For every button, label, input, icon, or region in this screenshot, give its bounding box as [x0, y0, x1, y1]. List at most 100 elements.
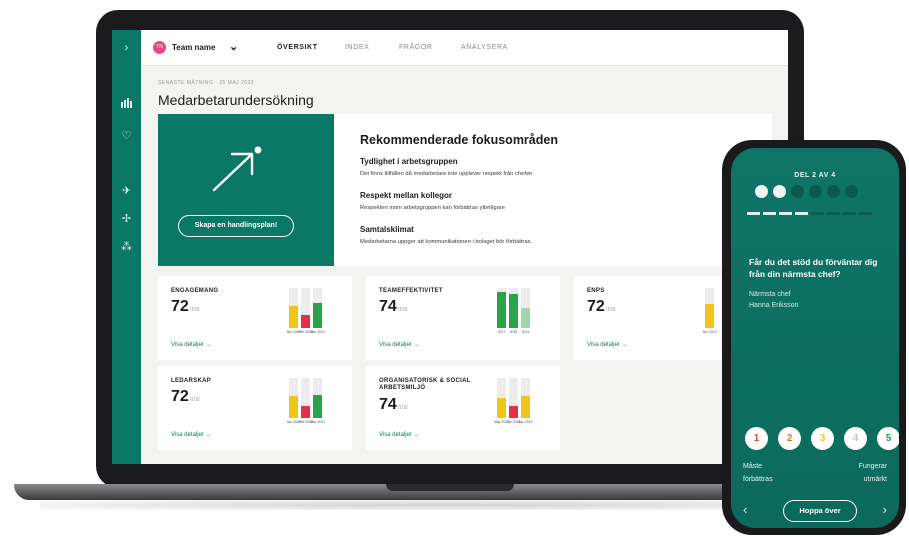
- progress-segment: [779, 212, 792, 215]
- sidebar: › ♡ ✈ ✢ ⁂: [112, 30, 141, 464]
- focus-panel: Skapa en handlingsplan! Rekommenderade f…: [158, 114, 772, 266]
- card-label: TEAMEFFEKTIVITET: [379, 288, 443, 294]
- manager-label: Närmsta chef: [749, 291, 791, 298]
- mini-chart: May 2017 Apr 2018 Apr 2019: [494, 378, 533, 424]
- bar: [301, 406, 310, 418]
- bar: [705, 304, 714, 328]
- show-details-link[interactable]: Visa detaljer →: [587, 342, 628, 348]
- bar-track: [497, 288, 506, 328]
- show-details-link[interactable]: Visa detaljer →: [379, 342, 420, 348]
- mini-chart: Jan 2019 Feb 2020 Mar 2021: [286, 378, 325, 424]
- focus-item-heading[interactable]: Samtalsklimat: [360, 225, 414, 234]
- focus-item-heading[interactable]: Tydlighet i arbetsgruppen: [360, 157, 458, 166]
- bar: [313, 303, 322, 328]
- card-score: 72/100: [587, 298, 616, 315]
- bar-column: 2018: [509, 288, 518, 334]
- progress-dot: [827, 185, 840, 198]
- progress-segment: [795, 212, 808, 215]
- card-score: 72/100: [171, 388, 200, 405]
- tab-fragor[interactable]: FRÅGOR: [399, 44, 433, 51]
- bar-column: Apr 2018: [506, 378, 521, 424]
- tab-analysera[interactable]: ANALYSERA: [461, 44, 508, 51]
- bar-track: [521, 378, 530, 418]
- tab-index[interactable]: INDEX: [345, 44, 369, 51]
- rating-option-3[interactable]: 3: [811, 427, 834, 450]
- bar-chart-icon[interactable]: [112, 98, 141, 111]
- team-name[interactable]: Team name: [172, 43, 215, 52]
- bar-column: May 2017: [494, 378, 509, 424]
- bar: [497, 292, 506, 328]
- chevron-down-icon[interactable]: ⌄: [229, 40, 238, 53]
- chevron-right-icon[interactable]: ›: [883, 502, 887, 517]
- survey-step: DEL 2 AV 4: [794, 172, 836, 179]
- card-label: ENGAGEMANG: [171, 288, 219, 294]
- rating-option-1[interactable]: 1: [745, 427, 768, 450]
- show-details-link[interactable]: Visa detaljer →: [171, 342, 212, 348]
- mini-chart: Jan 2019 Feb 2020 Mar 2021: [286, 288, 325, 334]
- bar-column: Apr 2019: [518, 378, 533, 424]
- card-score: 72/100: [171, 298, 200, 315]
- bar-track: [289, 288, 298, 328]
- metric-card-arbetsmiljo[interactable]: ORGANISATORISK & SOCIAL ARBETSMILJÖ 74/1…: [366, 366, 560, 450]
- bar-label: Mar 2021: [310, 420, 325, 424]
- mini-chart: Jan 2019: [702, 288, 717, 334]
- rating-scale: 1 2 3 4 5: [745, 427, 899, 450]
- create-action-plan-button[interactable]: Skapa en handlingsplan!: [178, 215, 294, 237]
- bar: [313, 394, 322, 418]
- bar-label: Apr 2019: [518, 420, 533, 424]
- airplane-icon[interactable]: ✢: [112, 213, 141, 225]
- metric-card-teameffektivitet[interactable]: TEAMEFFEKTIVITET 74/100 Visa detaljer → …: [366, 276, 560, 360]
- top-bar: TN Team name ⌄ ÖVERSIKT INDEX FRÅGOR ANA…: [141, 30, 788, 66]
- bar-column: 2019: [521, 288, 530, 334]
- progress-dot: [755, 185, 768, 198]
- chevron-right-icon[interactable]: ›: [112, 42, 141, 54]
- bar-label: 2018: [509, 330, 518, 334]
- bar-track: [301, 378, 310, 418]
- bar-label: 2019: [521, 330, 530, 334]
- phone-screen: DEL 2 AV 4 Får du det stöd du förväntar …: [731, 148, 899, 528]
- bar-label: 2017: [497, 330, 506, 334]
- heart-icon[interactable]: ♡: [112, 130, 141, 142]
- bar-column: Feb 2020: [298, 288, 313, 334]
- metric-card-engagemang[interactable]: ENGAGEMANG 72/100 Visa detaljer → Jan 20…: [158, 276, 352, 360]
- progress-segment: [859, 212, 872, 215]
- skip-button[interactable]: Hoppa över: [783, 500, 857, 522]
- bar-label: Mar 2021: [310, 330, 325, 334]
- scale-high-label: Fungerar utmärkt: [858, 463, 887, 483]
- tab-oversikt[interactable]: ÖVERSIKT: [277, 44, 318, 51]
- bar: [301, 315, 310, 328]
- bar: [509, 406, 518, 418]
- progress-segment: [747, 212, 760, 215]
- bar-column: Feb 2020: [298, 378, 313, 424]
- laptop-notch: [386, 484, 514, 491]
- org-chart-icon[interactable]: ⁂: [112, 241, 141, 253]
- progress-dot: [809, 185, 822, 198]
- mini-chart: 2017 2018 2019: [497, 288, 530, 334]
- plane-icon[interactable]: ✈: [112, 185, 141, 197]
- focus-item-text: Medarbetarna uppger att kommunikationen …: [360, 239, 533, 245]
- rating-option-2[interactable]: 2: [778, 427, 801, 450]
- card-score: 74/100: [379, 396, 408, 413]
- bar-column: Jan 2019: [286, 288, 301, 334]
- team-avatar[interactable]: TN: [153, 41, 166, 54]
- rating-option-4[interactable]: 4: [844, 427, 867, 450]
- bar-label: Jan 2019: [702, 330, 717, 334]
- rating-option-5[interactable]: 5: [877, 427, 899, 450]
- chevron-left-icon[interactable]: ‹: [743, 502, 747, 517]
- focus-hero: Skapa en handlingsplan!: [158, 114, 334, 266]
- focus-item-text: Respekten inom arbetsgruppen kan förbätt…: [360, 205, 506, 211]
- focus-title: Rekommenderade fokusområden: [360, 133, 558, 147]
- card-label: LEDARSKAP: [171, 378, 212, 384]
- bar-column: Jan 2019: [702, 288, 717, 334]
- metric-card-ledarskap[interactable]: LEDARSKAP 72/100 Visa detaljer → Jan 201…: [158, 366, 352, 450]
- card-label: ORGANISATORISK & SOCIAL ARBETSMILJÖ: [379, 378, 471, 391]
- bar: [509, 294, 518, 328]
- bar: [521, 308, 530, 328]
- show-details-link[interactable]: Visa detaljer →: [171, 432, 212, 438]
- manager-name: Hanna Eriksson: [749, 302, 799, 309]
- bar-column: Mar 2021: [310, 288, 325, 334]
- progress-segment: [827, 212, 840, 215]
- focus-item-heading[interactable]: Respekt mellan kollegor: [360, 191, 452, 200]
- progress-dot: [845, 185, 858, 198]
- show-details-link[interactable]: Visa detaljer →: [379, 432, 420, 438]
